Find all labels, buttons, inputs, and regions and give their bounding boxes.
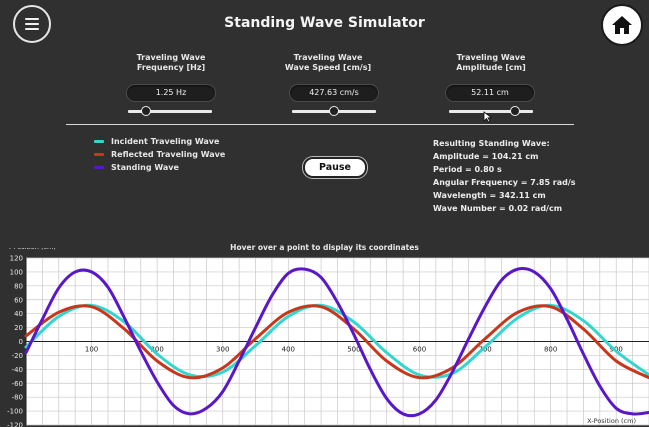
amplitude-slider-thumb[interactable] <box>510 106 521 116</box>
legend-swatch-standing <box>94 166 104 169</box>
amplitude-label: Traveling Wave Amplitude [cm] <box>456 53 526 72</box>
y-tick-label: 40 <box>14 310 23 318</box>
legend-reflected: Reflected Traveling Wave <box>94 150 225 159</box>
wave-speed-label: Traveling Wave Wave Speed [cm/s] <box>284 53 372 72</box>
legend-incident: Incident Traveling Wave <box>94 137 219 146</box>
x-tick-label: 100 <box>85 346 98 354</box>
y-tick-label: 80 <box>14 282 23 290</box>
result-period: Period = 0.80 s <box>433 165 502 174</box>
result-angular-frequency: Angular Frequency = 7.85 rad/s <box>433 178 576 187</box>
y-tick-label: -100 <box>7 408 23 416</box>
x-tick-label: 800 <box>544 346 557 354</box>
pause-button[interactable]: Pause <box>303 157 367 178</box>
result-amplitude: Amplitude = 104.21 cm <box>433 152 539 161</box>
y-tick-label: -40 <box>12 366 23 374</box>
results-panel: Resulting Standing Wave: Amplitude = 104… <box>433 137 576 215</box>
mouse-pointer-icon <box>483 111 493 123</box>
frequency-slider[interactable] <box>128 106 212 116</box>
frequency-value: 1.25 Hz <box>126 84 216 102</box>
home-button[interactable] <box>601 4 643 46</box>
wave-speed-slider[interactable] <box>292 106 376 116</box>
frequency-label: Traveling Wave Frequency [Hz] <box>136 53 206 72</box>
y-tick-label: 20 <box>14 324 23 332</box>
y-tick-label: -20 <box>12 352 23 360</box>
results-heading: Resulting Standing Wave: <box>433 139 550 148</box>
y-tick-label: -80 <box>12 394 23 402</box>
y-tick-label: -120 <box>7 422 23 427</box>
home-icon <box>612 16 632 34</box>
y-tick-label: 60 <box>14 296 23 304</box>
wave-speed-value: 427.63 cm/s <box>289 84 379 102</box>
legend-standing: Standing Wave <box>94 163 179 172</box>
y-tick-label: -60 <box>12 380 23 388</box>
wave-speed-slider-thumb[interactable] <box>329 106 339 116</box>
x-tick-label: 300 <box>216 346 229 354</box>
x-tick-label: 600 <box>413 346 426 354</box>
x-tick-label: 400 <box>282 346 295 354</box>
frequency-slider-thumb[interactable] <box>141 106 152 116</box>
y-tick-label: 0 <box>19 338 23 346</box>
y-tick-label: 100 <box>10 268 23 276</box>
result-wavelength: Wavelength = 342.11 cm <box>433 191 546 200</box>
wave-plot[interactable]: 120100806040200-20-40-60-80-100-120100 20… <box>0 248 649 427</box>
app-title: Standing Wave Simulator <box>224 15 425 31</box>
divider <box>66 124 574 125</box>
result-wave-number: Wave Number = 0.02 rad/cm <box>433 204 563 213</box>
y-tick-label: 120 <box>10 255 23 263</box>
amplitude-value: 52.11 cm <box>445 84 535 102</box>
legend-swatch-incident <box>94 140 104 143</box>
x-axis-label: X-Position (cm) <box>587 417 636 425</box>
legend-swatch-reflected <box>94 153 104 156</box>
y-axis-label: Y-Position (cm) <box>7 248 56 251</box>
